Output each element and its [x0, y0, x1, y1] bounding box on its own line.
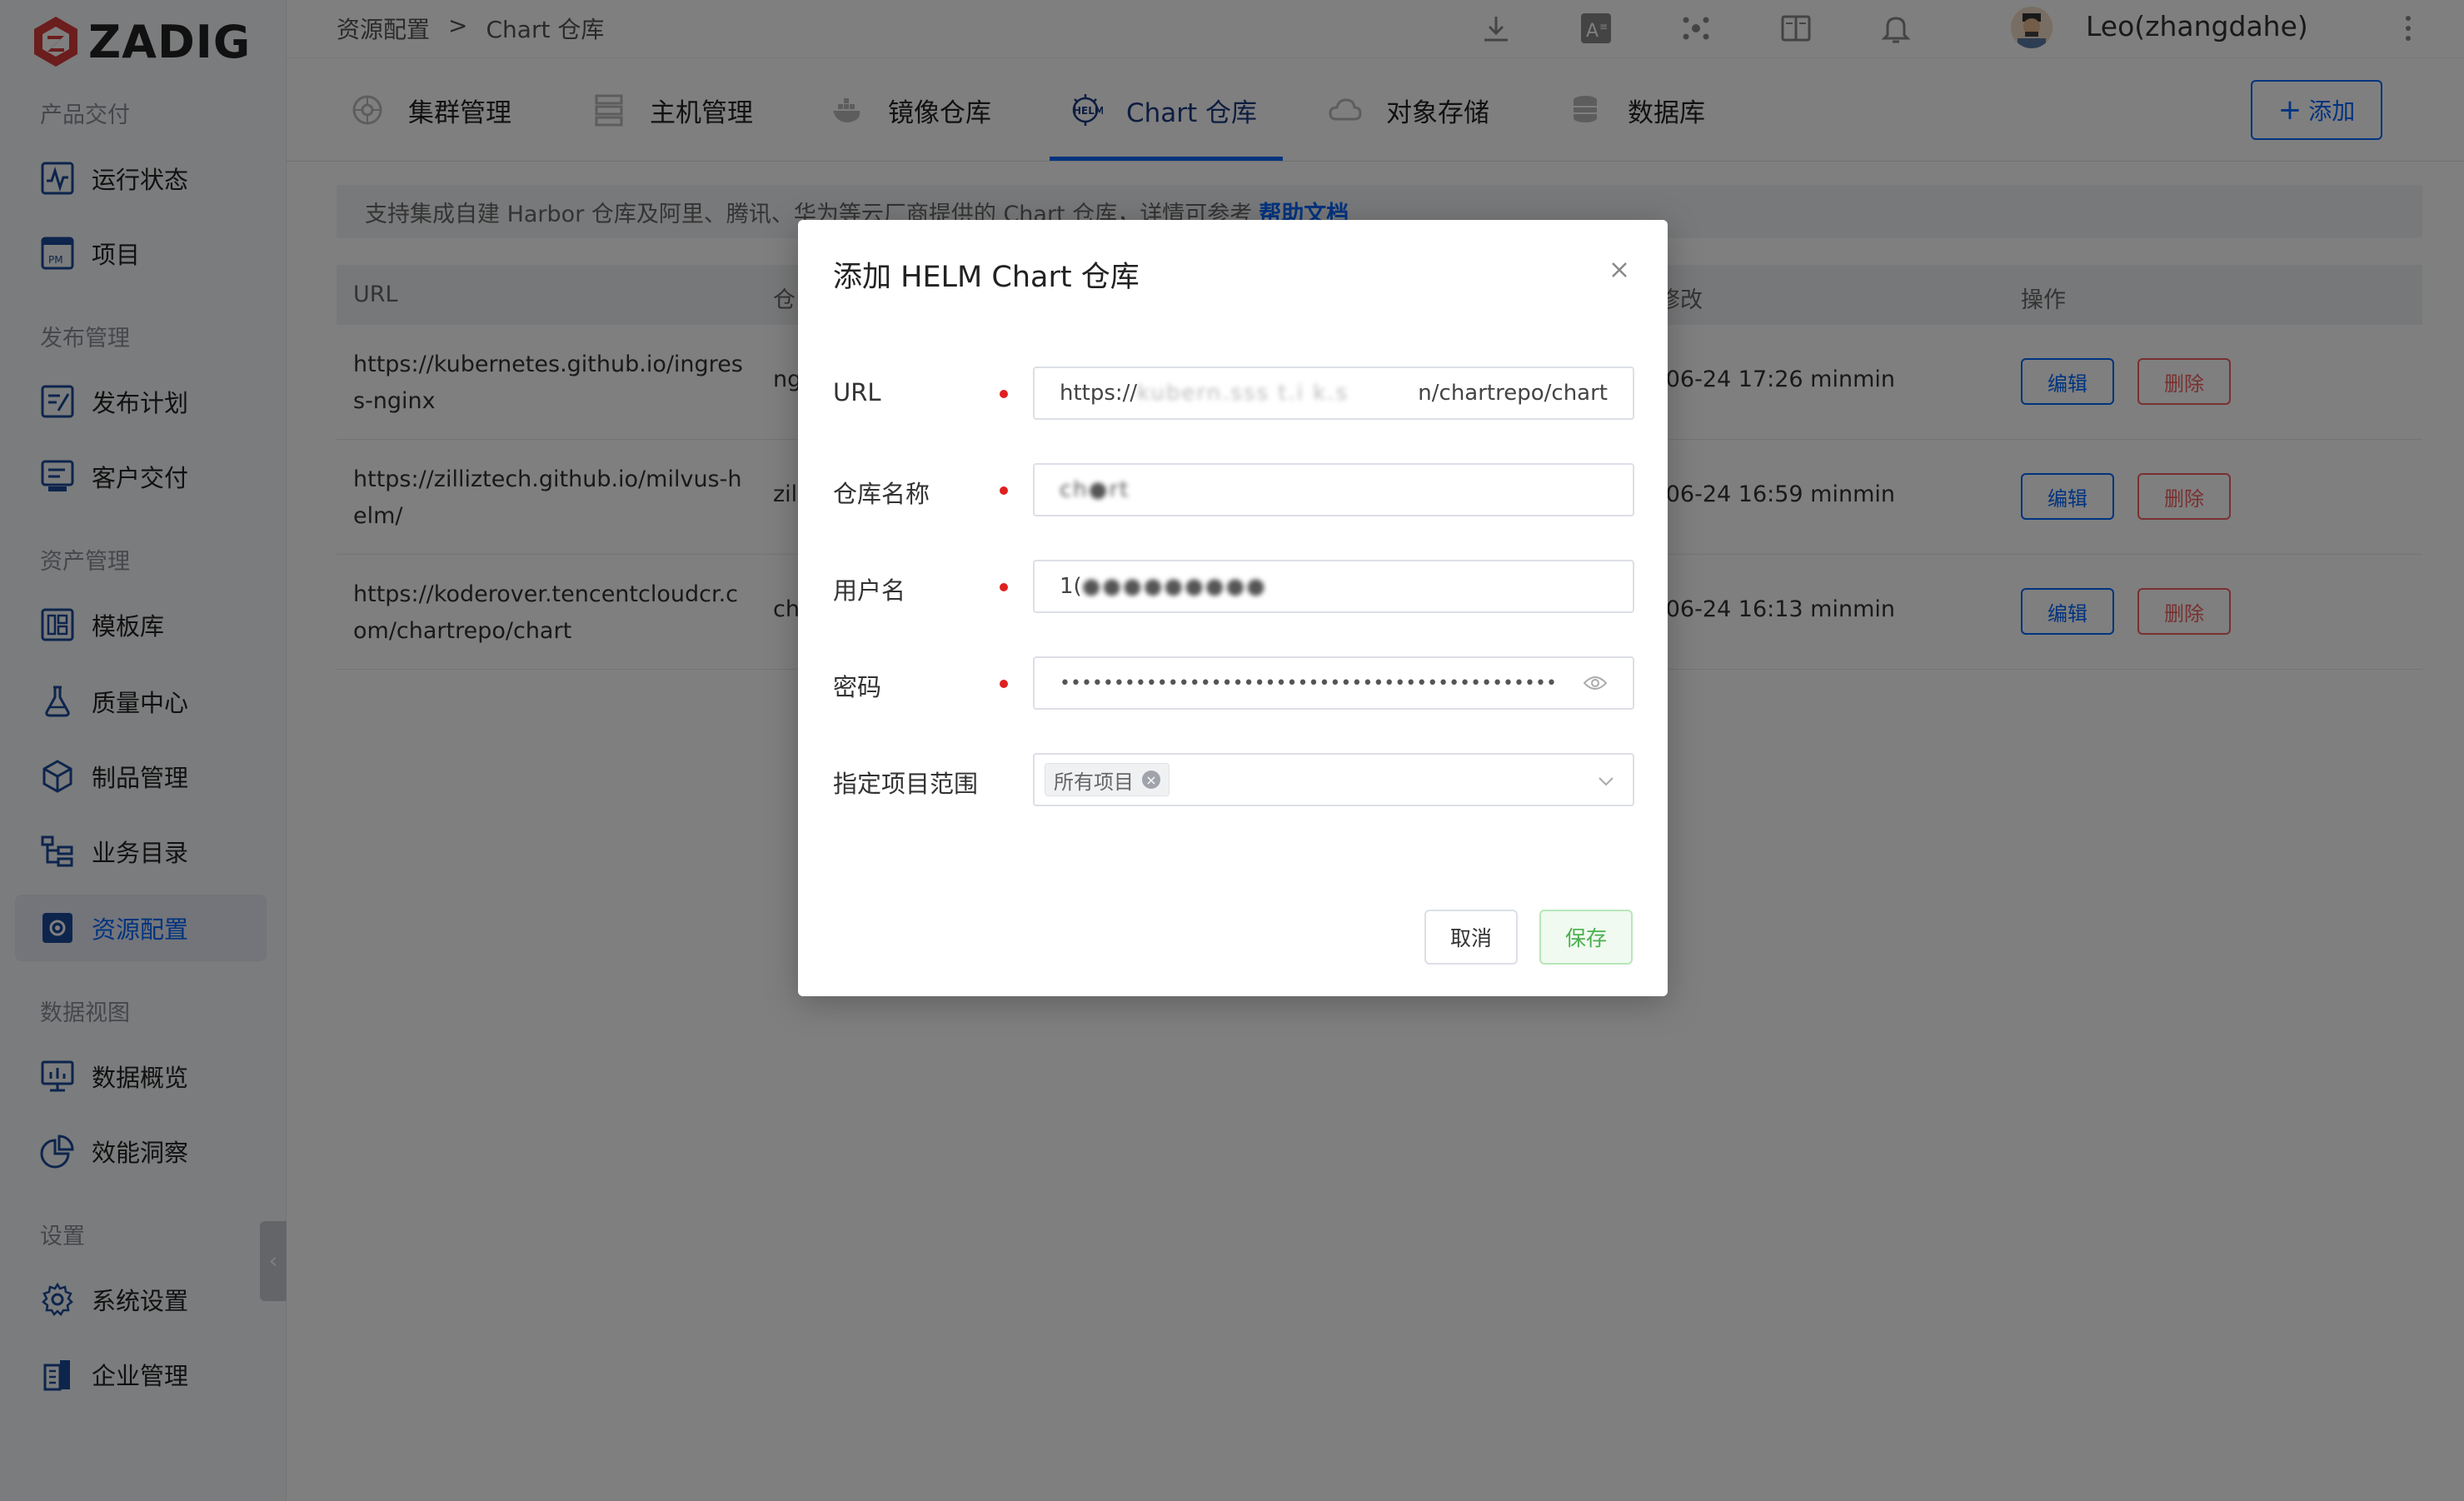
dialog-title: 添加 HELM Chart 仓库: [833, 261, 1140, 294]
password-value: ••••••••••••••••••••••••••••••••••••••••…: [1060, 672, 1559, 694]
scope-tag: 所有项目 ×: [1045, 763, 1170, 796]
required-marker: [1000, 486, 1008, 495]
username-label: 用户名: [833, 576, 906, 605]
username-value-prefix: 1(: [1060, 574, 1082, 599]
repo-name-input[interactable]: ch●rt: [1033, 463, 1634, 516]
repo-name-label: 仓库名称: [833, 480, 930, 508]
eye-icon[interactable]: [1583, 675, 1608, 691]
scope-label: 指定项目范围: [833, 770, 979, 798]
scope-tag-label: 所有项目: [1054, 770, 1134, 794]
redacted-text: kubern.sss t.i k.s: [1137, 381, 1349, 406]
form-row-repo-name: 仓库名称 ch●rt: [833, 463, 1634, 518]
required-marker: [1000, 680, 1008, 688]
project-scope-select[interactable]: 所有项目 ×: [1033, 753, 1634, 806]
redacted-text: ch●rt: [1060, 477, 1130, 502]
chevron-down-icon: [1599, 777, 1614, 786]
cancel-button[interactable]: 取消: [1424, 910, 1518, 965]
url-value-suffix: n/chartrepo/chart: [1418, 381, 1608, 406]
form-row-project-scope: 指定项目范围 所有项目 ×: [833, 753, 1634, 808]
form-row-username: 用户名 1( ●●●●●●●●●: [833, 560, 1634, 615]
url-input[interactable]: https:// kubern.sss t.i k.s n/chartrepo/…: [1033, 367, 1634, 420]
required-marker: [1000, 583, 1008, 591]
username-input[interactable]: 1( ●●●●●●●●●: [1033, 560, 1634, 613]
password-label: 密码: [833, 673, 882, 701]
save-button[interactable]: 保存: [1539, 910, 1633, 965]
add-helm-repo-dialog: 添加 HELM Chart 仓库 URL https:// kubern.sss…: [798, 220, 1668, 996]
form-row-url: URL https:// kubern.sss t.i k.s n/chartr…: [833, 367, 1634, 421]
url-value-prefix: https://: [1060, 381, 1138, 406]
required-marker: [1000, 390, 1008, 398]
url-label: URL: [833, 378, 881, 406]
redacted-text: ●●●●●●●●●: [1081, 574, 1267, 599]
password-input[interactable]: ••••••••••••••••••••••••••••••••••••••••…: [1033, 656, 1634, 710]
close-icon[interactable]: [1608, 258, 1631, 282]
form-row-password: 密码 •••••••••••••••••••••••••••••••••••••…: [833, 656, 1634, 711]
tag-remove-icon[interactable]: ×: [1142, 770, 1160, 789]
